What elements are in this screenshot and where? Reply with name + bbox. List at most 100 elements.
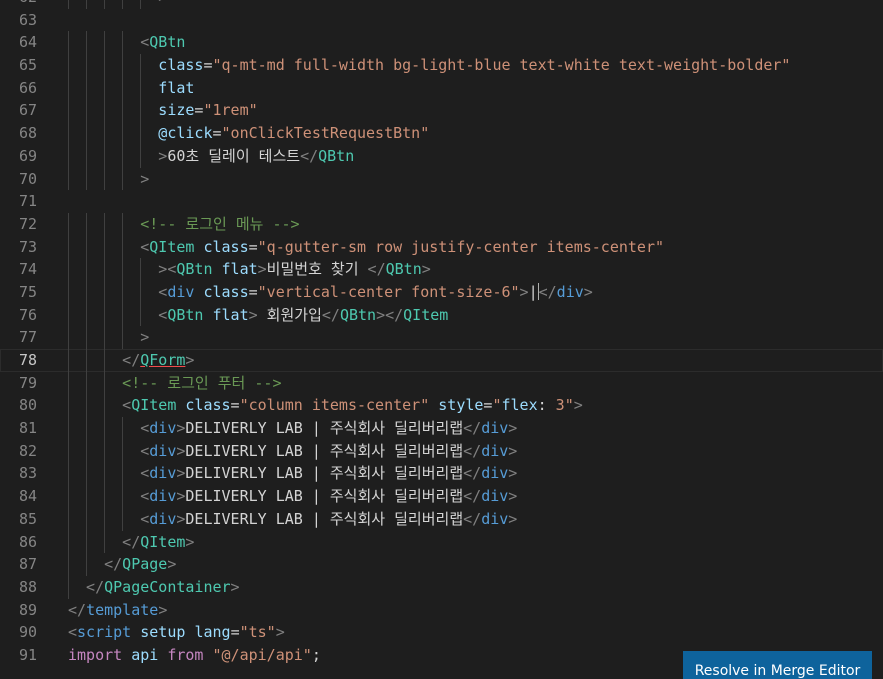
line-number: 76 xyxy=(18,305,37,324)
code-token: 60초 딜레이 테스트 xyxy=(167,146,301,165)
code-token: > xyxy=(167,555,177,574)
line-code: <QItem class="column items-center" style… xyxy=(68,394,883,417)
code-line[interactable]: 76 <QBtn flat> 회원가입</QBtn></QItem xyxy=(0,303,883,327)
code-token: < xyxy=(122,396,132,415)
code-line[interactable]: 65 class="q-mt-md full-width bg-light-blu… xyxy=(0,54,883,77)
code-line[interactable]: 88 </QPageContainer> xyxy=(0,575,883,599)
code-token: < xyxy=(158,282,168,301)
code-line[interactable]: 68 @click="onClickTestRequestBtn" xyxy=(0,122,883,145)
line-code: class="q-mt-md full-width bg-light-blue … xyxy=(68,54,883,77)
code-token: > xyxy=(508,441,518,460)
code-lines[interactable]: 62>6364<QBtn65class="q-mt-md full-width … xyxy=(0,0,883,667)
line-code: >60초 딜레이 테스트</QBtn xyxy=(68,145,883,168)
line-number: 90 xyxy=(18,623,37,642)
code-token: QBtn xyxy=(167,305,204,324)
code-line[interactable]: 64 <QBtn xyxy=(0,31,883,55)
code-token: < xyxy=(140,419,150,438)
code-token: @click xyxy=(158,124,213,143)
code-line[interactable]: 89 </template> xyxy=(0,599,883,622)
code-token: DELIVERLY LAB | 주식회사 딜리버리랩 xyxy=(185,419,464,438)
code-token: "q-gutter-sm row justify-center items-ce… xyxy=(257,237,665,256)
code-token: </ xyxy=(321,305,340,324)
code-line[interactable]: 66 flat xyxy=(0,76,883,100)
code-line[interactable]: 84 <div>DELIVERLY LAB | 주식회사 딜리버리랩</div> xyxy=(0,485,883,508)
code-line[interactable]: 87 </QPage> xyxy=(0,553,883,576)
code-token: QPage xyxy=(122,555,168,574)
line-number: 88 xyxy=(18,577,37,596)
code-line[interactable]: 67 size="1rem" xyxy=(0,99,883,123)
code-token: > xyxy=(248,305,258,324)
code-token: DELIVERLY LAB | 주식회사 딜리버리랩 xyxy=(185,464,464,483)
line-number: 69 xyxy=(18,146,37,165)
line-code: flat xyxy=(68,77,883,100)
code-token: <!-- 로그인 메뉴 --> xyxy=(140,214,300,233)
code-line[interactable]: 83 <div>DELIVERLY LAB | 주식회사 딜리버리랩</div> xyxy=(0,462,883,486)
code-line[interactable]: 70 > xyxy=(0,167,883,191)
code-line[interactable]: 81 <div>DELIVERLY LAB | 주식회사 딜리버리랩</div> xyxy=(0,417,883,440)
code-line[interactable]: 73 <QItem class="q-gutter-sm row justify-… xyxy=(0,235,883,259)
line-code: </QForm> xyxy=(68,349,883,372)
code-token: QBtn xyxy=(385,260,422,279)
code-editor[interactable]: 62>6364<QBtn65class="q-mt-md full-width … xyxy=(0,0,883,679)
code-line[interactable]: 71 xyxy=(0,190,883,213)
code-token: >< xyxy=(158,260,177,279)
code-token: > xyxy=(508,509,518,528)
code-line[interactable]: 80 <QItem class="column items-center" sty… xyxy=(0,394,883,418)
line-code: </template> xyxy=(68,599,883,622)
code-token: div xyxy=(149,487,177,506)
line-number: 72 xyxy=(18,214,37,233)
code-token: 회원가입 xyxy=(257,305,322,324)
code-token: div xyxy=(556,282,584,301)
line-code: @click="onClickTestRequestBtn" xyxy=(68,122,883,145)
code-token: QBtn xyxy=(149,33,186,52)
code-line[interactable]: 85 <div>DELIVERLY LAB | 주식회사 딜리버리랩</div> xyxy=(0,507,883,531)
line-code: > xyxy=(68,326,883,349)
code-token: = xyxy=(212,124,222,143)
line-code: ><QBtn flat>비밀번호 찾기 </QBtn> xyxy=(68,258,883,281)
code-line[interactable]: 78 </QForm> xyxy=(0,349,883,372)
code-token: QItem xyxy=(403,305,449,324)
code-token: > xyxy=(185,532,195,551)
line-number: 80 xyxy=(18,396,37,415)
code-token: </ xyxy=(122,532,141,551)
code-token: QBtn xyxy=(339,305,377,324)
code-line[interactable]: 82 <div>DELIVERLY LAB | 주식회사 딜리버리랩</div> xyxy=(0,439,883,463)
line-number: 70 xyxy=(18,169,37,188)
code-token: flat xyxy=(212,305,249,324)
resolve-in-merge-editor-button[interactable]: Resolve in Merge Editor xyxy=(683,651,872,679)
code-token: < xyxy=(158,305,168,324)
code-line[interactable]: 90 <script setup lang="ts"> xyxy=(0,621,883,644)
code-token: ; xyxy=(311,645,321,664)
code-line[interactable]: 69 >60초 딜레이 테스트</QBtn xyxy=(0,144,883,168)
code-line[interactable]: 79 <!-- 로그인 푸터 --> xyxy=(0,371,883,395)
code-token: script xyxy=(77,623,132,642)
line-number: 86 xyxy=(18,532,37,551)
code-token: flat xyxy=(221,260,258,279)
code-token: < xyxy=(140,464,150,483)
code-token: > xyxy=(140,169,150,188)
line-code: <div>DELIVERLY LAB | 주식회사 딜리버리랩</div> xyxy=(68,440,883,463)
code-token: QPageContainer xyxy=(104,577,231,596)
code-token: template xyxy=(86,600,159,619)
code-token: QBtn xyxy=(318,146,355,165)
code-token: 비밀번호 찾기 xyxy=(266,260,368,279)
code-line[interactable]: 63 xyxy=(0,9,883,32)
code-token: class xyxy=(158,56,204,75)
code-line[interactable]: 62 > xyxy=(0,0,883,9)
code-token: QItem xyxy=(140,532,186,551)
line-code: > xyxy=(68,168,883,191)
code-line[interactable]: 72 <!-- 로그인 메뉴 --> xyxy=(0,212,883,236)
code-line[interactable]: 77 > xyxy=(0,326,883,349)
code-line[interactable]: 74 ><QBtn flat>비밀번호 찾기 </QBtn> xyxy=(0,258,883,281)
code-line[interactable]: 86 </QItem> xyxy=(0,530,883,554)
line-code: <!-- 로그인 푸터 --> xyxy=(68,372,883,395)
line-number: 71 xyxy=(18,192,37,211)
code-token: </ xyxy=(463,441,482,460)
line-number: 81 xyxy=(18,419,37,438)
line-number: 87 xyxy=(18,555,37,574)
code-line[interactable]: 75 <div class="vertical-center font-size-… xyxy=(0,280,883,304)
code-token: QItem xyxy=(131,396,177,415)
